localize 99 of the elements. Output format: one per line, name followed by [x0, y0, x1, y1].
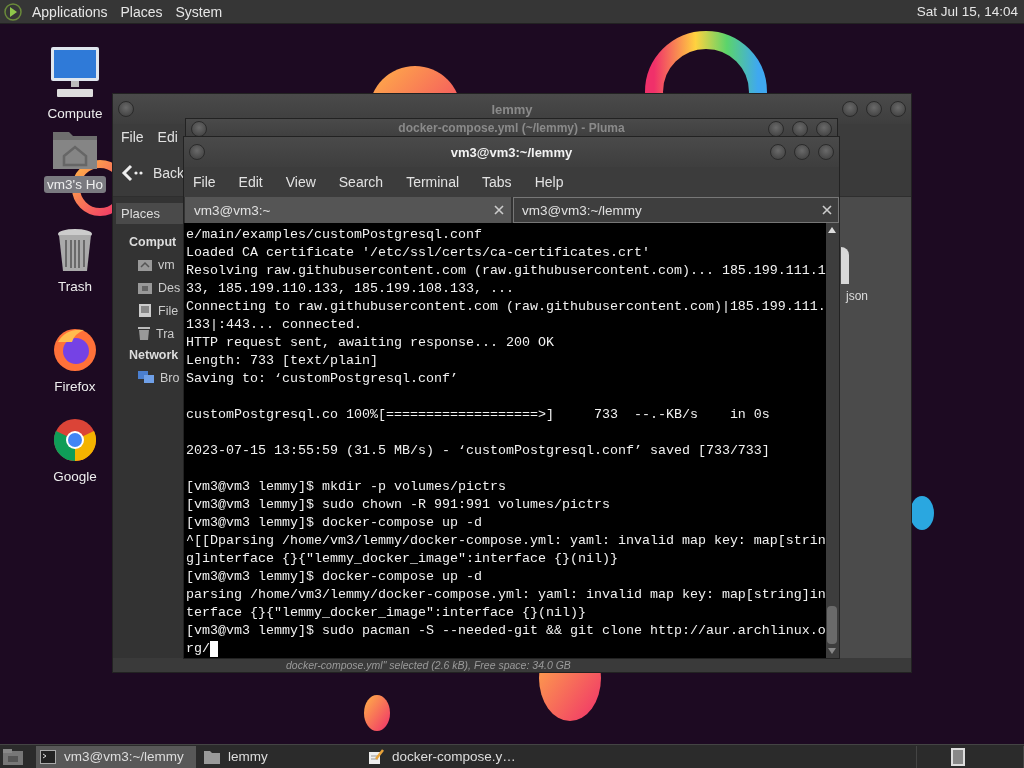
window-control-button[interactable]	[792, 121, 808, 137]
window-control-button[interactable]	[842, 101, 858, 117]
scrollbar[interactable]	[825, 223, 839, 658]
terminal-line: [vm3@vm3 lemmy]$ docker-compose up -d	[186, 568, 482, 586]
sidebar-item[interactable]: Des	[138, 276, 181, 299]
menu-item[interactable]: Tabs	[482, 174, 512, 190]
terminal-line: rg/	[186, 640, 210, 658]
menu-item[interactable]: File	[121, 129, 144, 145]
back-arrow-icon	[121, 164, 143, 182]
window-control-button[interactable]	[770, 144, 786, 160]
sidebar-item[interactable]: Tra	[138, 322, 175, 345]
scroll-up-arrow-icon[interactable]	[828, 227, 837, 233]
terminal-line: Loaded CA certificate '/etc/ssl/certs/ca-certificates.crt'	[186, 244, 650, 262]
workspace-switcher[interactable]	[951, 747, 965, 766]
sidebar-item[interactable]: vm	[138, 253, 175, 276]
back-button[interactable]: Back	[121, 164, 185, 182]
desktop-icon-label[interactable]: Firefox	[51, 378, 99, 395]
logo-icon[interactable]	[4, 2, 22, 21]
file-label[interactable]: json	[846, 289, 868, 303]
terminal-line: 133|:443... connected.	[186, 316, 362, 334]
window-control-button[interactable]	[189, 144, 205, 160]
sidebar-item-label: Tra	[156, 326, 175, 341]
notepad-pencil-icon	[368, 748, 384, 765]
trash-icon[interactable]	[56, 228, 94, 272]
window-title: vm3@vm3:~/lemmy	[450, 144, 573, 160]
folder-icon	[138, 281, 152, 294]
sidebar-item[interactable]: Bro	[138, 366, 180, 389]
menu-item[interactable]: Terminal	[406, 174, 460, 190]
show-desktop-icon[interactable]	[2, 747, 24, 766]
desktop-icon-label[interactable]: Trash	[55, 278, 95, 295]
menu-item[interactable]: File	[193, 174, 216, 190]
sidebar-tab[interactable]: Places	[116, 203, 184, 224]
terminal-line: e/main/examples/customPostgresql.conf	[186, 226, 482, 244]
monitor-icon[interactable]	[49, 45, 101, 99]
terminal-line: ^[[Dparsing /home/vm3/lemmy/docker-compose.yml: yaml: invalid map key: map[strin	[186, 532, 826, 550]
browser-icon[interactable]	[53, 418, 97, 462]
sidebar-item-label: Des	[158, 280, 181, 295]
window-title: lemmy	[491, 101, 533, 117]
sidebar-item-label: vm	[158, 257, 175, 272]
desktop-icon-label[interactable]: Google	[50, 468, 100, 485]
sidebar-item-label: File	[158, 303, 179, 318]
close-icon[interactable]	[494, 205, 504, 215]
menu-item[interactable]: Search	[338, 174, 384, 190]
terminal-line: [vm3@vm3 lemmy]$ sudo chown -R 991:991 volumes/pictrs	[186, 496, 610, 514]
terminal-line: Resolving raw.githubusercontent.com (raw.githubusercontent.com)... 185.199.111.1	[186, 262, 826, 280]
taskbar-button[interactable]: vm3@vm3:~/lemmy	[36, 745, 196, 768]
browser-icon[interactable]	[52, 326, 98, 372]
window-control-button[interactable]	[866, 101, 882, 117]
terminal-line: 2023-07-15 13:55:59 (31.5 MB/s) - ‘customPostgresql.conf’ saved [733/733]	[186, 442, 770, 460]
terminal-line: Saving to: ‘customPostgresql.conf’	[186, 370, 458, 388]
menu-item[interactable]: Edit	[238, 174, 263, 190]
terminal-tab[interactable]: vm3@vm3:~	[185, 197, 511, 223]
file-icon[interactable]	[841, 247, 849, 284]
panel-menu[interactable]: System	[175, 3, 223, 20]
status-text: docker-compose.yml" selected (2.6 kB), Free space: 34.0 GB	[286, 659, 571, 671]
terminal-line: customPostgresql.co 100%[===================>] 733 --.-KB/s in 0s	[186, 406, 770, 424]
terminal-line: g]interface {}{"lemmy_docker_image":interface {}(nil)}	[186, 550, 618, 568]
panel-menu[interactable]: Places	[120, 3, 163, 20]
taskbar-button[interactable]: docker-compose.y…	[364, 745, 524, 768]
panel-menu[interactable]: Applications	[32, 3, 108, 20]
scroll-down-arrow-icon[interactable]	[828, 648, 837, 654]
window-control-button[interactable]	[816, 121, 832, 137]
terminal-line: [vm3@vm3 lemmy]$ sudo pacman -S --needed-git && git clone http://aur.archlinux.o	[186, 622, 826, 640]
wallpaper-orb	[910, 496, 934, 530]
taskbar-button[interactable]: lemmy	[200, 745, 360, 768]
terminal-line: HTTP request sent, awaiting response... 200 OK	[186, 334, 554, 352]
sidebar-heading: Comput	[129, 235, 177, 249]
terminal-line: [vm3@vm3 lemmy]$ docker-compose up -d	[186, 514, 482, 532]
scrollbar-thumb[interactable]	[827, 606, 838, 644]
window-control-button[interactable]	[118, 101, 134, 117]
terminal-line: 33, 185.199.110.133, 185.199.108.133, ...	[186, 280, 514, 298]
window-title: docker-compose.yml (~/lemmy) - Pluma	[398, 121, 625, 135]
terminal-line: [vm3@vm3 lemmy]$ mkdir -p volumes/pictrs	[186, 478, 506, 496]
window-control-button[interactable]	[890, 101, 906, 117]
window-control-button[interactable]	[768, 121, 784, 137]
window-control-button[interactable]	[794, 144, 810, 160]
folder-icon	[204, 749, 220, 764]
desktop-icon-label[interactable]: vm3's Ho	[44, 176, 106, 193]
drive-icon	[138, 304, 152, 317]
menu-item[interactable]: Edi	[157, 129, 178, 145]
close-icon[interactable]	[822, 205, 832, 215]
terminal-tab[interactable]: vm3@vm3:~/lemmy	[513, 197, 839, 223]
terminal-line: parsing /home/vm3/lemmy/docker-compose.yml: yaml: invalid map key: map[string]in	[186, 586, 826, 604]
window-control-button[interactable]	[818, 144, 834, 160]
menu-item[interactable]: Help	[534, 174, 564, 190]
network-icon	[138, 371, 154, 384]
menu-item[interactable]: View	[285, 174, 316, 190]
terminal-line: terface {}{"lemmy_docker_image":interface {}(nil)}	[186, 604, 586, 622]
clock[interactable]: Sat Jul 15, 14:04	[916, 4, 1018, 19]
desktop-icon-label[interactable]: Compute	[44, 105, 106, 122]
terminal-icon	[40, 749, 56, 764]
terminal-line: Connecting to raw.githubusercontent.com (raw.githubusercontent.com)|185.199.111.	[186, 298, 826, 316]
sidebar-item[interactable]: File	[138, 299, 179, 322]
terminal-line: Length: 733 [text/plain]	[186, 352, 378, 370]
sidebar-item-label: Bro	[160, 370, 180, 385]
wallpaper-orb	[364, 695, 390, 731]
window-control-button[interactable]	[191, 121, 207, 137]
trash-icon	[138, 327, 150, 340]
sidebar-heading: Network	[129, 348, 179, 362]
